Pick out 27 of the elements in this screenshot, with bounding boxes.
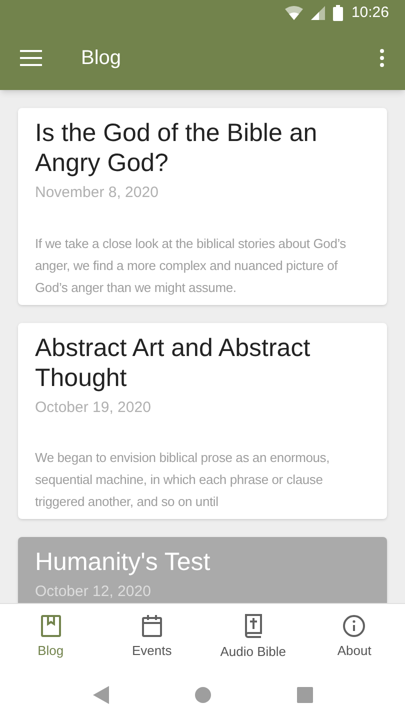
- nav-tab[interactable]: Events: [101, 614, 202, 660]
- post-title: Humanity's Test: [35, 547, 212, 577]
- post-date: October 19, 2020: [35, 398, 152, 418]
- nav-tab[interactable]: Audio Bible: [202, 612, 304, 662]
- book-icon: [40, 614, 62, 638]
- post-date: November 8, 2020: [35, 183, 160, 203]
- menu-icon[interactable]: [20, 50, 42, 66]
- nav-tab[interactable]: Blog: [0, 614, 102, 660]
- recents-icon[interactable]: [296, 687, 312, 703]
- app-title: Blog: [81, 46, 122, 71]
- post-excerpt: We began to envision biblical prose as an enormous, sequential machine, in which each phrase or clause triggered another, and so on until: [35, 449, 331, 511]
- home-icon[interactable]: [194, 687, 210, 703]
- calendar-icon: [140, 614, 164, 638]
- bible-icon: [242, 612, 264, 639]
- more-options-icon[interactable]: [379, 49, 385, 67]
- post-card[interactable]: Abstract Art and Abstract Thought October 19, 2020 We began to envision biblical prose as an enormous, sequential machine, in which each phrase or clause triggered another, and so on until: [18, 322, 387, 519]
- post-card[interactable]: [18, 108, 387, 304]
- signal-icon: [311, 6, 326, 20]
- info-icon: [342, 614, 366, 638]
- wifi-icon: [285, 6, 304, 20]
- post-title: Is the God of the Bible an Angry God?: [35, 118, 318, 178]
- back-icon[interactable]: [92, 686, 108, 704]
- status-time: 10:26: [351, 2, 389, 23]
- nav-tab[interactable]: About: [304, 614, 405, 660]
- battery-icon: [333, 5, 344, 21]
- post-excerpt: If we take a close look at the biblical stories about God’s anger, we find a more complex and nuanced picture of God’s anger than we might assume.: [35, 234, 347, 297]
- post-title: Abstract Art and Abstract Thought: [35, 332, 312, 392]
